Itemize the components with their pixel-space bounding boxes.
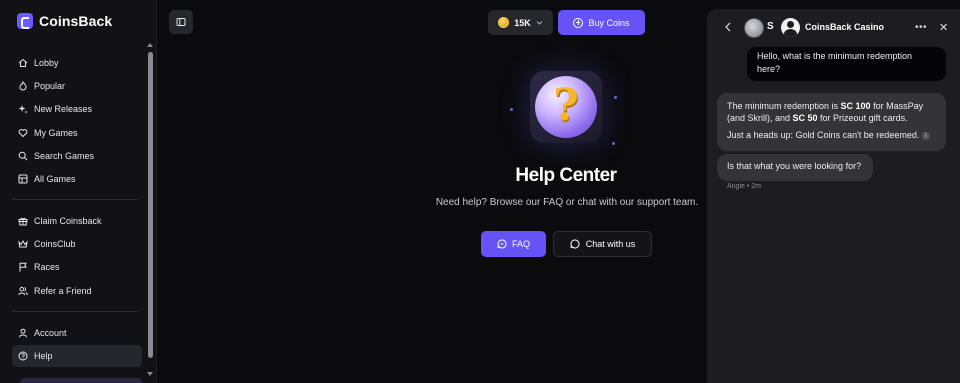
sidebar-item-label: Refer a Friend	[34, 285, 92, 296]
agent-message: The minimum redemption is SC 100 for Mas…	[717, 93, 946, 151]
chat-with-us-button[interactable]: Chat with us	[553, 231, 652, 257]
sidebar-item-label: Account	[34, 327, 67, 338]
sidebar-item-label: New Releases	[34, 104, 93, 115]
topbar: 15K Buy Coins	[157, 0, 707, 42]
sparkles-icon	[18, 105, 28, 114]
user-message: Hello, what is the minimum redemption he…	[747, 47, 946, 81]
avatar-letter: S	[767, 21, 774, 32]
search-icon	[18, 151, 28, 161]
support-chat-panel: S CoinsBack Casino ••• ✕ Hello, what is …	[707, 9, 960, 383]
crown-icon	[18, 240, 28, 248]
sidebar-bottom-pill	[20, 378, 142, 383]
scroll-thumb[interactable]	[148, 52, 153, 358]
sidebar-item-label: Popular	[34, 81, 66, 92]
info-icon[interactable]: i	[921, 131, 930, 140]
help-subtitle: Need help? Browse our FAQ or chat with o…	[435, 197, 699, 208]
sidebar-item-popular[interactable]: Popular	[12, 75, 142, 97]
gift-icon	[18, 217, 28, 226]
more-options-icon[interactable]: •••	[915, 22, 927, 33]
users-icon	[18, 286, 28, 295]
sidebar-item-label: All Games	[34, 173, 76, 184]
sidebar-item-refer-a-friend[interactable]: Refer a Friend	[12, 280, 142, 302]
sparkle-decoration	[510, 108, 513, 111]
sidebar-toggle-icon	[176, 18, 186, 26]
sidebar-item-help[interactable]: Help	[12, 344, 142, 367]
chat-header: S CoinsBack Casino ••• ✕	[707, 9, 960, 47]
close-icon[interactable]: ✕	[939, 21, 948, 34]
home-icon	[18, 58, 28, 67]
question-orb-icon: ?	[535, 76, 597, 138]
sidebar-item-all-games[interactable]: All Games	[12, 168, 142, 190]
chat-title: CoinsBack Casino	[805, 22, 885, 32]
sidebar-item-claim-coinsback[interactable]: Claim Coinsback	[12, 210, 142, 232]
grid-icon	[18, 174, 28, 184]
chevron-down-icon	[536, 21, 543, 25]
gold-coin-icon	[498, 17, 510, 28]
sidebar-divider	[12, 198, 138, 200]
sidebar-item-coinsclub[interactable]: CoinsClub	[12, 233, 142, 255]
logo-text: CoinsBack	[39, 13, 113, 29]
flag-icon	[19, 263, 27, 272]
buy-coins-button[interactable]: Buy Coins	[558, 10, 645, 35]
plus-circle-icon	[573, 17, 584, 28]
logo[interactable]: CoinsBack	[17, 13, 112, 29]
user-avatar-icon	[781, 18, 800, 37]
sidebar-item-lobby[interactable]: Lobby	[12, 52, 142, 74]
sidebar-item-new-releases[interactable]: New Releases	[12, 98, 142, 120]
faq-button[interactable]: FAQ	[481, 231, 546, 257]
sidebar-scrollbar[interactable]	[146, 42, 154, 376]
chat-with-us-label: Chat with us	[585, 239, 636, 249]
sidebar-item-label: CoinsClub	[34, 239, 76, 250]
agent-avatar	[744, 18, 764, 38]
heart-icon	[18, 128, 28, 137]
sidebar-toggle-button[interactable]	[169, 10, 193, 34]
agent-message-text: The minimum redemption is SC 100 for Mas…	[727, 101, 924, 123]
sidebar-divider	[12, 310, 138, 312]
sparkle-decoration	[614, 96, 617, 99]
sidebar-item-label: Claim Coinsback	[34, 215, 102, 226]
sidebar-nav: Lobby Popular New Releases My Games Sear…	[12, 52, 142, 368]
sparkle-decoration	[612, 142, 615, 145]
agent-message: Is that what you were looking for?	[717, 154, 873, 181]
coins-balance: 15K	[514, 17, 531, 28]
buy-coins-label: Buy Coins	[588, 17, 630, 28]
help-title: Help Center	[515, 165, 617, 186]
agent-message-note: Just a heads up: Gold Coins can't be red…	[727, 129, 936, 141]
sidebar-item-label: Lobby	[34, 58, 59, 68]
sidebar-item-label: Search Games	[34, 150, 95, 161]
scroll-down-arrow-icon[interactable]	[147, 372, 153, 376]
sidebar-item-races[interactable]: Races	[12, 256, 142, 278]
sidebar-item-my-games[interactable]: My Games	[12, 122, 142, 144]
message-circle-icon	[570, 239, 580, 249]
help-hero-image: ?	[530, 71, 602, 143]
help-circle-icon	[18, 351, 28, 361]
flame-icon	[19, 81, 27, 91]
sidebar-item-label: My Games	[34, 127, 78, 138]
coinsback-logo-icon	[17, 13, 33, 29]
chat-bubble-icon	[497, 239, 507, 249]
chevron-left-icon[interactable]	[724, 22, 732, 32]
user-icon	[19, 328, 27, 337]
coins-balance-button[interactable]: 15K	[488, 10, 553, 35]
sidebar-item-label: Help	[34, 350, 53, 361]
sidebar-item-label: Races	[34, 262, 60, 273]
sidebar-item-account[interactable]: Account	[12, 322, 142, 344]
sidebar-item-search-games[interactable]: Search Games	[12, 145, 142, 167]
message-meta: Angie • 2m	[727, 183, 761, 190]
scroll-up-arrow-icon[interactable]	[147, 43, 153, 47]
faq-label: FAQ	[511, 239, 530, 249]
sidebar: CoinsBack Lobby Popular New Releases My …	[0, 0, 157, 383]
